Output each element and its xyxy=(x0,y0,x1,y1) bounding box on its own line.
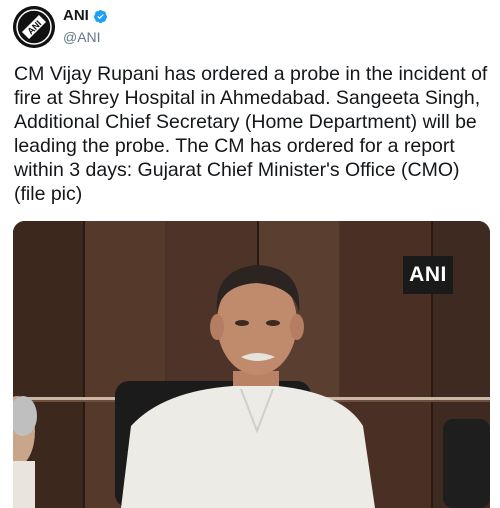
ani-watermark: ANI xyxy=(403,256,453,294)
verified-badge-icon xyxy=(93,9,108,24)
avatar[interactable]: ANI xyxy=(13,6,55,48)
tweet-media-photo[interactable]: ANI xyxy=(13,221,490,508)
handle[interactable]: @ANI xyxy=(63,28,108,46)
ani-logo-icon: ANI xyxy=(13,6,55,48)
tweet-card: ANI ANI @ANI CM Vijay Rupani has ordered… xyxy=(0,0,500,508)
display-name[interactable]: ANI xyxy=(63,7,89,25)
tweet-text: CM Vijay Rupani has ordered a probe in t… xyxy=(14,63,488,205)
name-row: ANI xyxy=(63,7,108,25)
author-block: ANI @ANI xyxy=(63,7,108,46)
